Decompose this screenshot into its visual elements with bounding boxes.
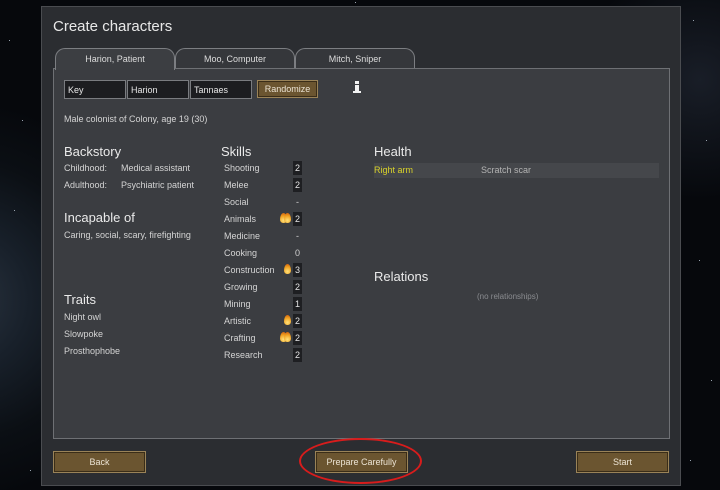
skill-name: Research bbox=[224, 350, 263, 360]
health-row[interactable]: Right arm Scratch scar bbox=[374, 163, 659, 178]
adulthood-value[interactable]: Psychiatric patient bbox=[121, 180, 194, 190]
health-heading: Health bbox=[374, 144, 412, 159]
prepare-carefully-button[interactable]: Prepare Carefully bbox=[315, 451, 408, 473]
character-description: Male colonist of Colony, age 19 (30) bbox=[64, 114, 208, 124]
passion-flame-icon bbox=[284, 264, 291, 274]
skill-name: Artistic bbox=[224, 316, 251, 326]
skill-name: Social bbox=[224, 197, 249, 207]
info-icon[interactable] bbox=[353, 81, 361, 93]
adulthood-label: Adulthood: bbox=[64, 180, 108, 190]
passion-flame-icon bbox=[284, 332, 291, 342]
start-button[interactable]: Start bbox=[576, 451, 669, 473]
skill-name: Growing bbox=[224, 282, 258, 292]
skill-level: 0 bbox=[294, 248, 300, 258]
no-relationships-text: (no relationships) bbox=[477, 292, 539, 301]
incapable-text: Caring, social, scary, firefighting bbox=[64, 230, 191, 240]
tab-mitch[interactable]: Mitch, Sniper bbox=[295, 48, 415, 69]
trait-item[interactable]: Slowpoke bbox=[64, 329, 103, 339]
backstory-heading: Backstory bbox=[64, 144, 122, 159]
passion-flame-icon bbox=[284, 315, 291, 325]
skill-level: 2 bbox=[293, 348, 302, 362]
skill-level: 2 bbox=[293, 212, 302, 226]
incapable-heading: Incapable of bbox=[64, 210, 135, 225]
skill-level: 2 bbox=[293, 178, 302, 192]
skills-heading: Skills bbox=[221, 144, 252, 159]
skill-level: 3 bbox=[293, 263, 302, 277]
skill-level: - bbox=[296, 197, 299, 207]
first-name-field[interactable] bbox=[64, 80, 126, 99]
relations-heading: Relations bbox=[374, 269, 429, 284]
skill-name: Melee bbox=[224, 180, 249, 190]
skill-name: Mining bbox=[224, 299, 251, 309]
window-title: Create characters bbox=[53, 18, 173, 35]
tab-harion[interactable]: Harion, Patient bbox=[55, 48, 175, 70]
skill-level: 2 bbox=[293, 161, 302, 175]
skill-level: 1 bbox=[293, 297, 302, 311]
traits-heading: Traits bbox=[64, 292, 97, 307]
nick-name-field[interactable] bbox=[127, 80, 189, 99]
skill-level: - bbox=[296, 231, 299, 241]
skill-level: 2 bbox=[293, 331, 302, 345]
childhood-value[interactable]: Medical assistant bbox=[121, 163, 190, 173]
last-name-field[interactable] bbox=[190, 80, 252, 99]
skill-level: 2 bbox=[293, 314, 302, 328]
create-characters-window: Create characters Harion, Patient Moo, C… bbox=[41, 6, 681, 486]
tab-moo[interactable]: Moo, Computer bbox=[175, 48, 295, 69]
skill-level: 2 bbox=[293, 280, 302, 294]
back-button[interactable]: Back bbox=[53, 451, 146, 473]
trait-item[interactable]: Prosthophobe bbox=[64, 346, 120, 356]
passion-flame-icon bbox=[284, 213, 291, 223]
childhood-label: Childhood: bbox=[64, 163, 108, 173]
skill-name: Shooting bbox=[224, 163, 260, 173]
health-body-part: Right arm bbox=[374, 165, 414, 175]
skill-name: Animals bbox=[224, 214, 257, 224]
randomize-button[interactable]: Randomize bbox=[257, 80, 318, 98]
health-condition: Scratch scar bbox=[481, 165, 532, 175]
trait-item[interactable]: Night owl bbox=[64, 312, 101, 322]
character-panel: Randomize Male colonist of Colony, age 1… bbox=[53, 68, 670, 439]
skill-name: Construction bbox=[224, 265, 275, 275]
skill-name: Medicine bbox=[224, 231, 261, 241]
skill-name: Crafting bbox=[224, 333, 256, 343]
skill-name: Cooking bbox=[224, 248, 258, 258]
